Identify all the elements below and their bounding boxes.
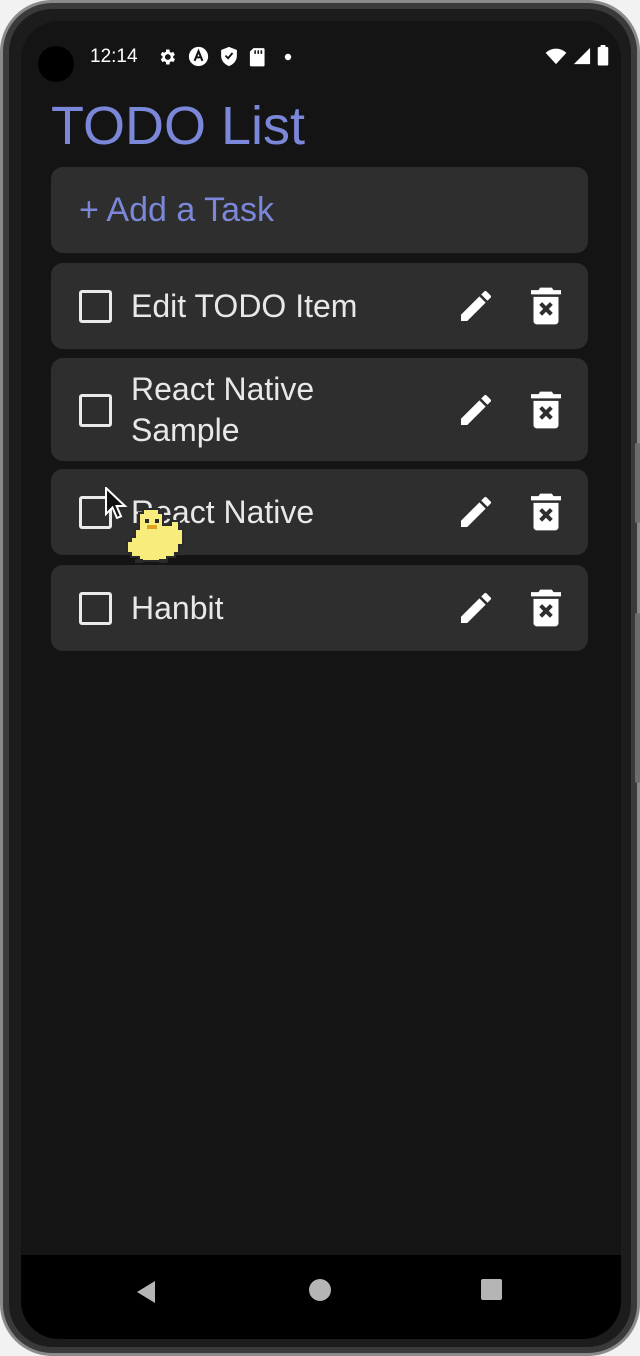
mouse-cursor-icon [105, 487, 128, 520]
dot-icon [284, 53, 292, 60]
todo-checkbox[interactable] [79, 290, 112, 323]
a-circle-icon [188, 46, 209, 67]
gear-icon [160, 49, 175, 64]
home-circle-icon[interactable] [309, 1279, 331, 1301]
pencil-icon[interactable] [456, 286, 496, 326]
trash-x-icon[interactable] [529, 286, 563, 326]
recents-square-icon[interactable] [481, 1279, 502, 1300]
app-screen: 12:14 TODO List + Add a Task Edit TODO I… [21, 21, 621, 1339]
system-nav-bar [21, 1255, 621, 1339]
volume-button [635, 443, 640, 523]
status-notification-icons [157, 46, 292, 67]
todo-item: React Native Sample [51, 358, 588, 461]
front-camera [38, 46, 74, 82]
phone-frame: 12:14 TODO List + Add a Task Edit TODO I… [0, 0, 640, 1356]
status-time: 12:14 [90, 46, 138, 67]
todo-checkbox[interactable] [79, 592, 112, 625]
sd-card-icon [249, 47, 265, 66]
signal-icon [573, 47, 591, 64]
wifi-icon [545, 48, 567, 64]
trash-x-icon[interactable] [529, 588, 563, 628]
battery-icon [597, 45, 609, 66]
todo-checkbox[interactable] [79, 394, 112, 427]
pencil-icon[interactable] [456, 492, 496, 532]
power-button [635, 613, 640, 783]
back-triangle-icon[interactable] [135, 1280, 157, 1304]
status-system-icons [545, 45, 609, 66]
todo-item: Edit TODO Item [51, 263, 588, 349]
todo-text: Hanbit [131, 590, 224, 626]
pencil-icon[interactable] [456, 390, 496, 430]
todo-item: Hanbit [51, 565, 588, 651]
shield-icon [221, 46, 237, 67]
todo-text: Edit TODO Item [131, 288, 358, 324]
pencil-icon[interactable] [456, 588, 496, 628]
add-task-button[interactable]: + Add a Task [51, 167, 588, 253]
trash-x-icon[interactable] [529, 492, 563, 532]
status-bar: 12:14 [21, 21, 621, 93]
page-title: TODO List [51, 96, 306, 156]
todo-text: React Native Sample [131, 371, 315, 448]
trash-x-icon[interactable] [529, 390, 563, 430]
